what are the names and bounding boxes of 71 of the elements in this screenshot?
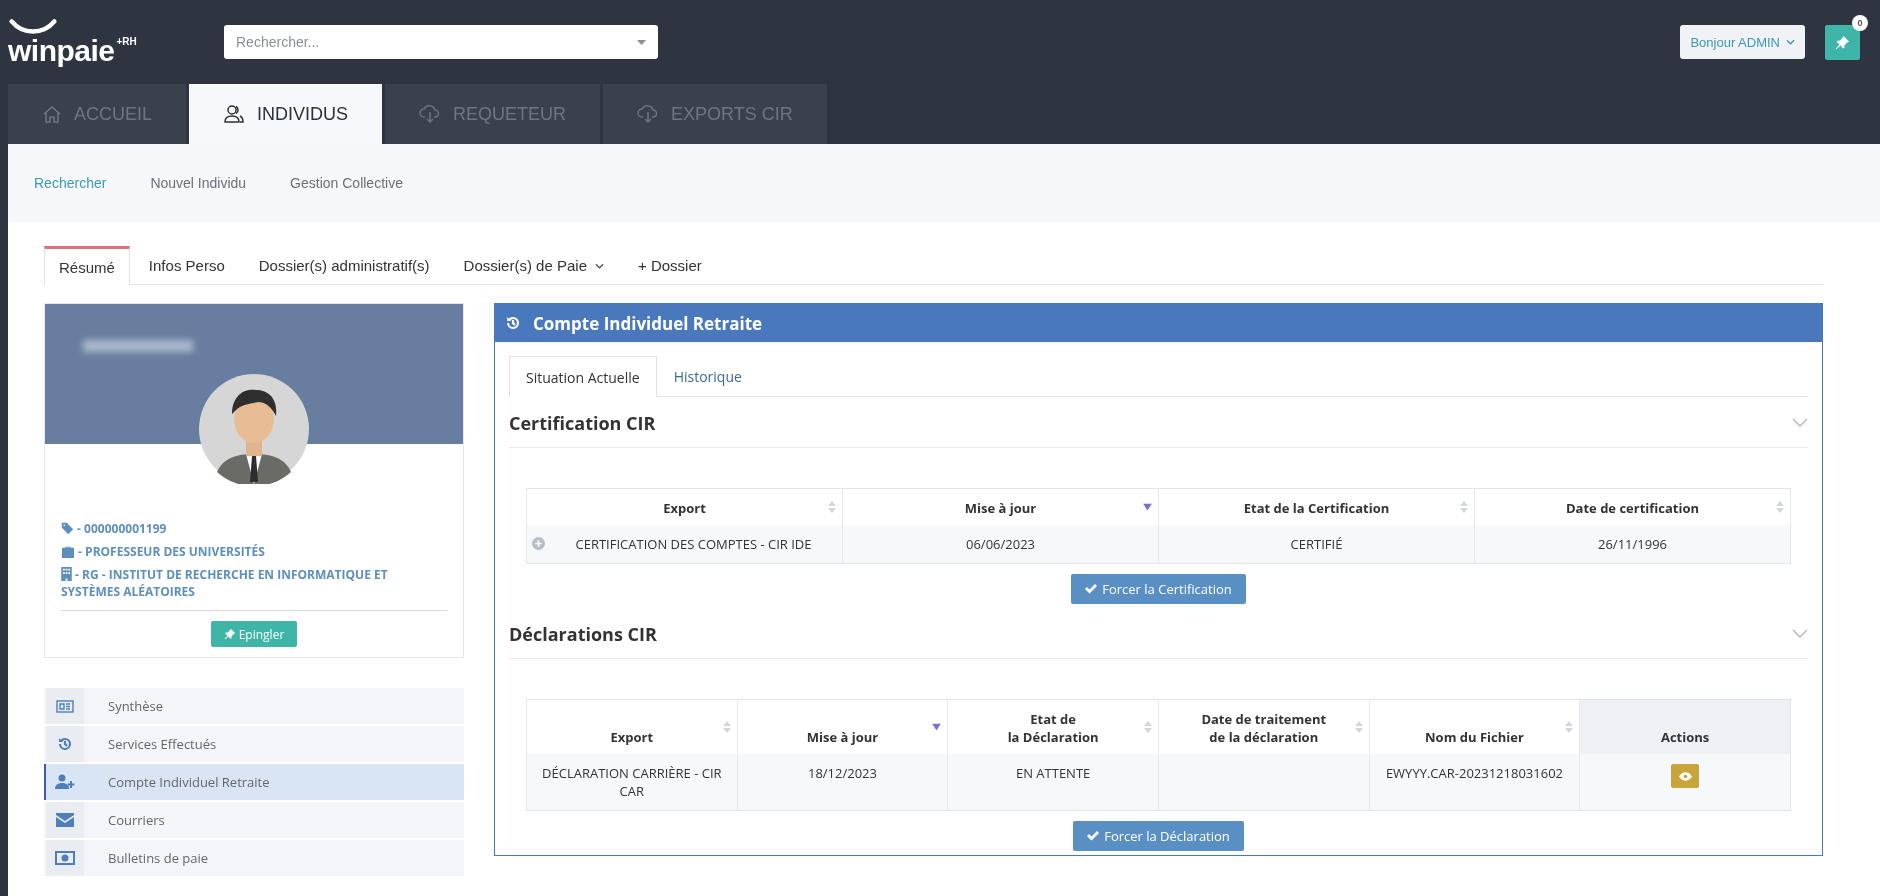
logo-suffix: +RH <box>116 36 137 47</box>
column-header: Actions <box>1579 699 1791 754</box>
chevron-down-icon[interactable] <box>1792 418 1808 428</box>
sort-icon[interactable] <box>1565 720 1574 734</box>
side-menu-item[interactable]: Synthèse <box>44 688 464 724</box>
side-menu-item[interactable]: Compte Individuel Retraite <box>44 764 464 800</box>
sort-descending-icon[interactable] <box>932 723 942 731</box>
user-plus-icon <box>55 774 75 790</box>
table-cell: 06/06/2023 <box>842 525 1159 564</box>
content-tab[interactable]: Dossier(s) de Paie <box>448 246 619 284</box>
chevron-down-icon[interactable] <box>1792 629 1808 639</box>
table-cell: 26/11/1996 <box>1474 525 1791 564</box>
sort-icon[interactable] <box>1143 720 1152 734</box>
table-cell: EWYYY.CAR-20231218031602 <box>1369 754 1580 811</box>
sort-descending-icon[interactable] <box>1143 503 1152 511</box>
pin-icon <box>223 628 236 640</box>
dropdown-arrow-icon <box>637 40 646 45</box>
expand-row-icon[interactable] <box>532 537 545 550</box>
history-icon <box>505 315 521 331</box>
content-tab[interactable]: Dossier(s) administratif(s) <box>243 246 445 284</box>
caret-icon <box>1786 39 1795 45</box>
search-field[interactable]: Rechercher... <box>224 25 658 59</box>
table-cell: CERTIFIÉ <box>1158 525 1475 564</box>
count-badge: 0 <box>1852 14 1868 31</box>
cloud-download-icon <box>419 104 442 124</box>
banknote-icon <box>55 851 75 865</box>
table-cell: 18/12/2023 <box>737 754 948 811</box>
nav-tab[interactable]: INDIVIDUS <box>189 84 383 144</box>
side-menu-item[interactable]: Bulletins de paie <box>44 840 464 876</box>
home-icon <box>42 104 62 124</box>
pinned-button[interactable] <box>1825 24 1860 60</box>
section-title: Certification CIR <box>509 411 656 435</box>
panel-tab[interactable]: Situation Actuelle <box>509 356 657 397</box>
panel-tab[interactable]: Historique <box>656 356 759 396</box>
sub-nav-link[interactable]: Nouvel Individu <box>150 175 247 191</box>
sub-nav-link[interactable]: Gestion Collective <box>290 175 403 191</box>
briefcase-icon <box>61 546 75 558</box>
eye-icon <box>1678 771 1692 781</box>
check-icon <box>1085 584 1098 594</box>
table-cell: DÉCLARATION CARRIÈRE - CIR CAR <box>526 754 738 811</box>
sort-icon[interactable] <box>1460 500 1468 514</box>
tag-icon <box>61 522 74 535</box>
table-cell: EN ATTENTE <box>947 754 1159 811</box>
caret-icon <box>595 262 604 269</box>
profile-info-line: - RG - INSTITUT DE RECHERCHE EN INFORMATIQUE ET SYSTÈMES ALÉATOIRES <box>61 566 389 600</box>
profile-info-line: - PROFESSEUR DES UNIVERSITÉS <box>61 543 447 560</box>
envelope-icon <box>56 813 74 827</box>
sort-icon[interactable] <box>722 720 731 734</box>
content-tab[interactable]: + Dossier <box>623 246 717 284</box>
building-icon <box>61 567 72 581</box>
section-title: Déclarations CIR <box>509 622 657 646</box>
table-cell: CERTIFICATION DES COMPTES - CIR IDE <box>526 525 843 564</box>
newspaper-icon <box>56 699 74 713</box>
view-button[interactable] <box>1671 764 1700 788</box>
history-icon <box>57 736 73 752</box>
side-menu-item[interactable]: Services Effectués <box>44 726 464 762</box>
cloud-download-icon <box>637 104 660 124</box>
check-icon <box>1087 831 1100 841</box>
content-tab[interactable]: Résumé <box>44 246 130 285</box>
sort-icon[interactable] <box>828 500 836 514</box>
pin-icon <box>1835 34 1850 50</box>
logo-text: winpaie <box>8 34 115 67</box>
profile-info-line: - 000000001199 <box>61 520 447 537</box>
sort-icon[interactable] <box>1354 720 1363 734</box>
users-icon <box>223 104 246 124</box>
panel-title: Compte Individuel Retraite <box>533 311 763 335</box>
content-tab[interactable]: Infos Perso <box>133 246 240 284</box>
sort-icon[interactable] <box>1776 500 1784 514</box>
side-menu-item[interactable]: Courriers <box>44 802 464 838</box>
avatar-silhouette-icon <box>199 374 309 484</box>
smile-logo-icon <box>8 18 58 36</box>
